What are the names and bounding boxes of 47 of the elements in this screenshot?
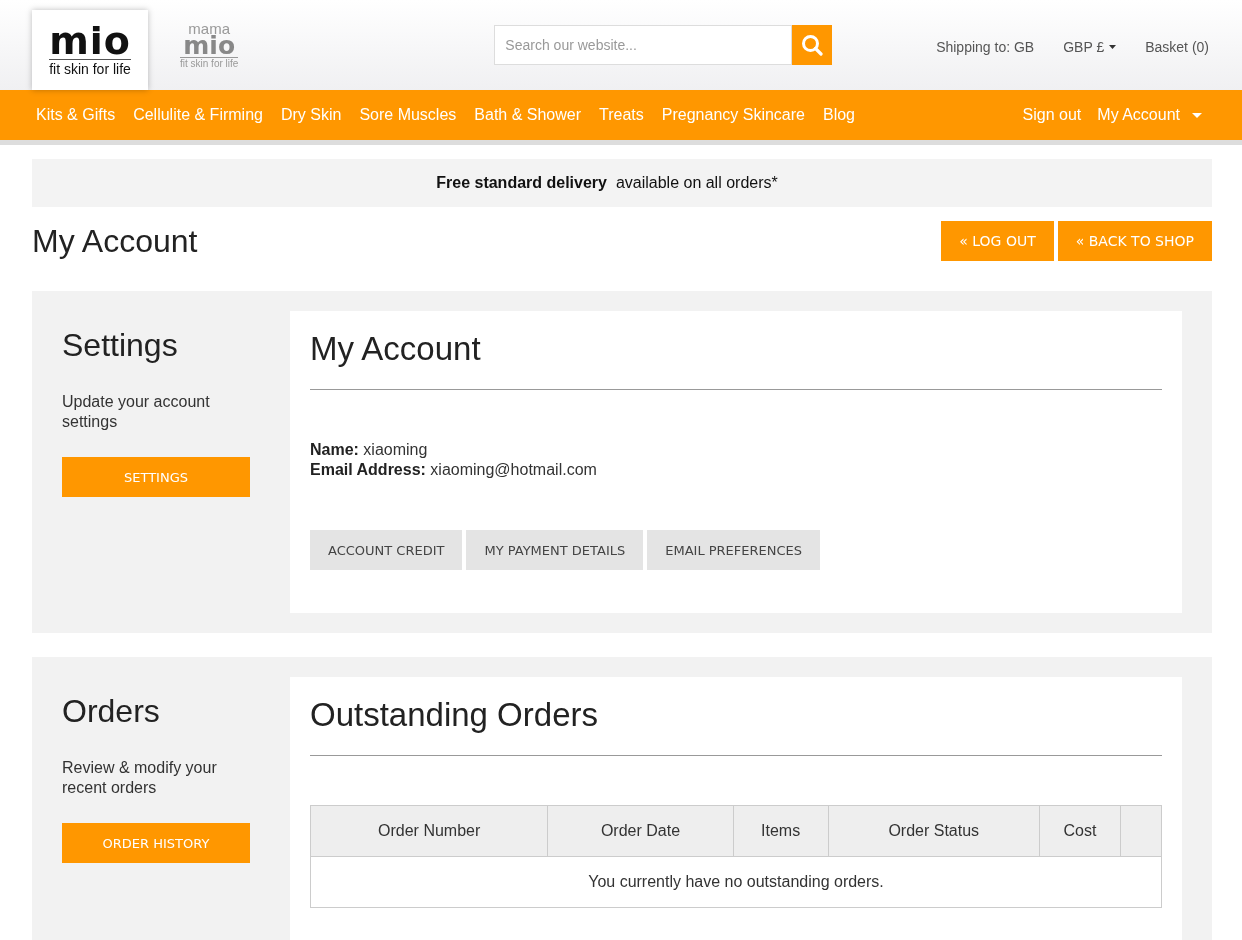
column-header: Items [733,805,829,857]
card-title: Outstanding Orders [310,695,599,735]
delivery-text: Free standard delivery available on all orders* [436,174,778,192]
search-icon [801,34,824,56]
sub-logo-wordmark[interactable]: mio [183,34,236,57]
account-tab-button[interactable]: MY PAYMENT DETAILS [466,530,644,570]
column-header: Order Date [547,805,734,857]
section-heading: Settings [62,327,179,364]
card-title: My Account [310,329,482,369]
sub-logo-tagline[interactable]: fit skin for life [180,56,239,69]
account-tab-button[interactable]: EMAIL PREFERENCES [647,530,821,570]
caret-icon [1109,45,1117,49]
mio-logo[interactable]: mio fit skin for life [32,10,148,90]
account-detail: Email Address: xiaoming@hotmail.com [310,460,598,480]
nav-link[interactable]: Dry Skin [280,106,342,124]
basket-link[interactable]: Basket (0) [1145,39,1209,55]
account-detail: Name: xiaoming [310,440,429,460]
account-dropdown[interactable]: My Account [1097,106,1202,124]
search-field[interactable]: Search our website... [494,25,793,65]
section-button[interactable]: SETTINGS [62,457,250,497]
column-header: Cost [1039,805,1121,857]
nav-link[interactable]: Sore Muscles [359,106,457,124]
sub-logo-top[interactable]: mama [188,21,230,35]
section-button[interactable]: ORDER HISTORY [62,823,250,863]
page-title: My Account [32,222,198,260]
back-to-shop-button[interactable]: « BACK TO SHOP [1057,221,1212,261]
section-description: Review & modify your recent orders [62,758,218,798]
nav-link[interactable]: Bath & Shower [474,106,582,124]
section-description: Update your account settings [62,392,211,432]
search-button[interactable] [792,25,833,65]
logo-wordmark: mio [49,23,131,59]
account-tab-button[interactable]: ACCOUNT CREDIT [310,530,463,570]
nav-link[interactable]: Blog [823,106,855,124]
empty-message: You currently have no outstanding orders. [310,856,1162,908]
log-out-button[interactable]: « LOG OUT [941,221,1054,261]
shipping-link[interactable]: Shipping to: GB [936,39,1035,55]
section-heading: Orders [62,693,161,730]
nav-link[interactable]: Cellulite & Firming [133,106,263,124]
sign-out-link[interactable]: Sign out [1022,106,1082,124]
currency-dropdown[interactable]: GBP £ [1063,39,1117,55]
nav-link[interactable]: Pregnancy Skincare [661,106,805,124]
column-header: Order Status [828,805,1040,857]
caret-icon [1192,112,1202,118]
column-header: Order Number [310,805,548,857]
logo-tagline: fit skin for life [49,59,131,77]
nav-link[interactable]: Treats [599,106,644,124]
nav-link[interactable]: Kits & Gifts [36,106,116,124]
